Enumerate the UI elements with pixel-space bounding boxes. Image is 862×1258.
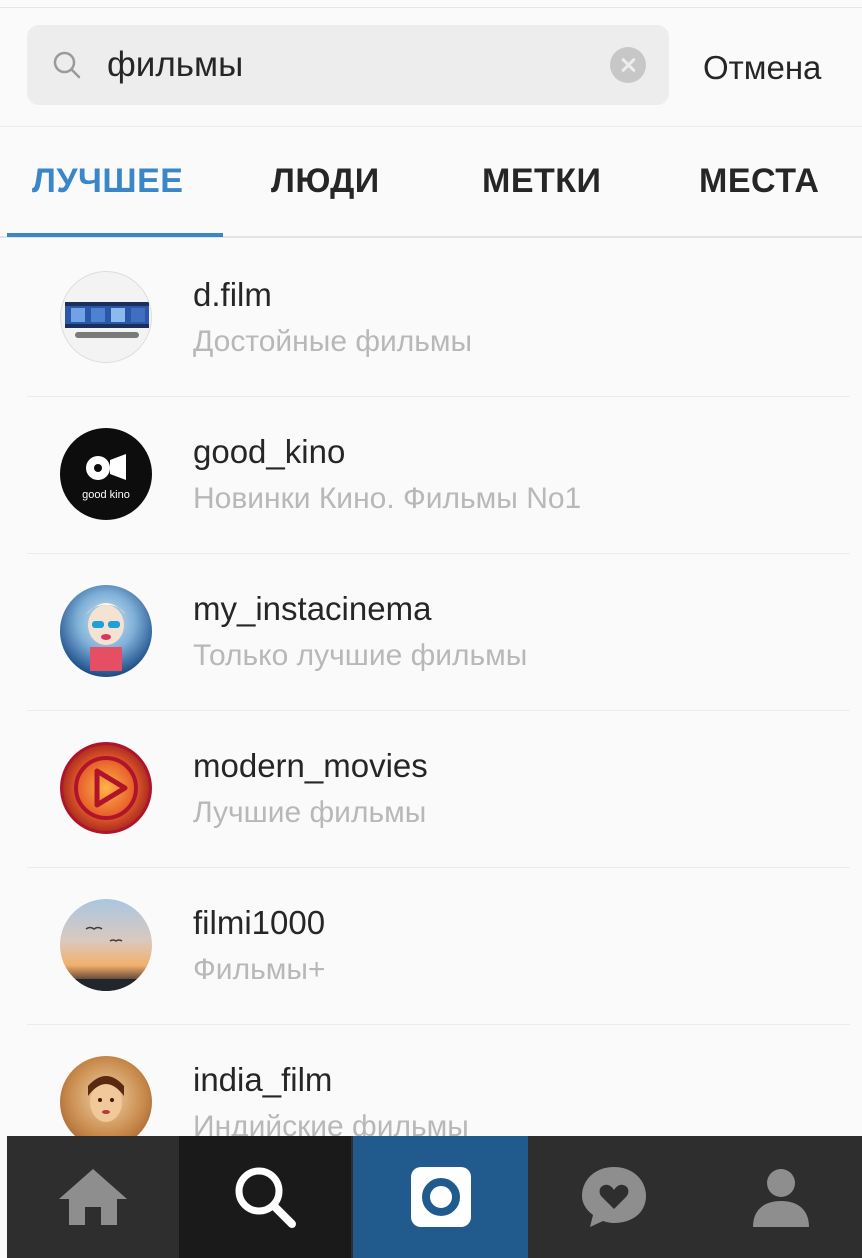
- bottom-tab-bar: [7, 1136, 862, 1258]
- home-icon: [59, 1169, 127, 1225]
- result-fullname: Лучшие фильмы: [193, 796, 427, 829]
- result-username: my_instacinema: [193, 590, 432, 627]
- top-edge: [0, 0, 862, 8]
- search-header: Отмена: [0, 8, 862, 126]
- result-fullname: Фильмы+: [193, 953, 326, 986]
- search-icon: [235, 1167, 296, 1228]
- result-username: d.film: [193, 276, 272, 313]
- tab-activity[interactable]: [528, 1136, 700, 1258]
- result-username: modern_movies: [193, 747, 428, 784]
- list-item[interactable]: good kino good_kino Новинки Кино. Фильмы…: [0, 397, 862, 554]
- results-list: d.film Достойные фильмы good kino good_k…: [0, 240, 862, 1182]
- profile-icon: [753, 1169, 809, 1227]
- search-box[interactable]: [27, 25, 669, 105]
- list-item[interactable]: d.film Достойные фильмы: [0, 240, 862, 397]
- tab-home[interactable]: [7, 1136, 179, 1258]
- tab-profile[interactable]: [700, 1136, 862, 1258]
- search-input[interactable]: [107, 37, 607, 93]
- search-icon: [53, 51, 81, 79]
- result-fullname: Достойные фильмы: [193, 325, 473, 358]
- result-fullname: Новинки Кино. Фильмы No1: [193, 482, 582, 515]
- avatar: [60, 742, 152, 834]
- tab-tags[interactable]: МЕТКИ: [482, 162, 601, 201]
- tab-top[interactable]: ЛУЧШЕЕ: [32, 162, 183, 201]
- result-username: good_kino: [193, 433, 346, 470]
- tab-search[interactable]: [179, 1136, 351, 1258]
- clear-search-icon[interactable]: [610, 47, 646, 83]
- camera-icon: [410, 1167, 471, 1227]
- list-item[interactable]: modern_movies Лучшие фильмы: [0, 711, 862, 868]
- cancel-button[interactable]: Отмена: [703, 49, 821, 87]
- avatar: good kino: [60, 428, 152, 520]
- avatar: [60, 1056, 152, 1148]
- svg-text:good kino: good kino: [82, 489, 130, 501]
- active-tab-indicator: [7, 233, 223, 237]
- tab-camera[interactable]: [353, 1136, 528, 1258]
- tab-places[interactable]: МЕСТА: [699, 162, 819, 201]
- list-item[interactable]: filmi1000 Фильмы+: [0, 868, 862, 1025]
- avatar: [60, 899, 152, 991]
- result-username: india_film: [193, 1061, 333, 1098]
- activity-icon: [582, 1167, 646, 1227]
- search-tabs: ЛУЧШЕЕ ЛЮДИ МЕТКИ МЕСТА: [0, 126, 862, 238]
- tab-people[interactable]: ЛЮДИ: [271, 162, 380, 201]
- avatar: [60, 585, 152, 677]
- result-fullname: Только лучшие фильмы: [193, 639, 528, 672]
- result-username: filmi1000: [193, 904, 326, 941]
- avatar: [60, 271, 152, 363]
- list-item[interactable]: my_instacinema Только лучшие фильмы: [0, 554, 862, 711]
